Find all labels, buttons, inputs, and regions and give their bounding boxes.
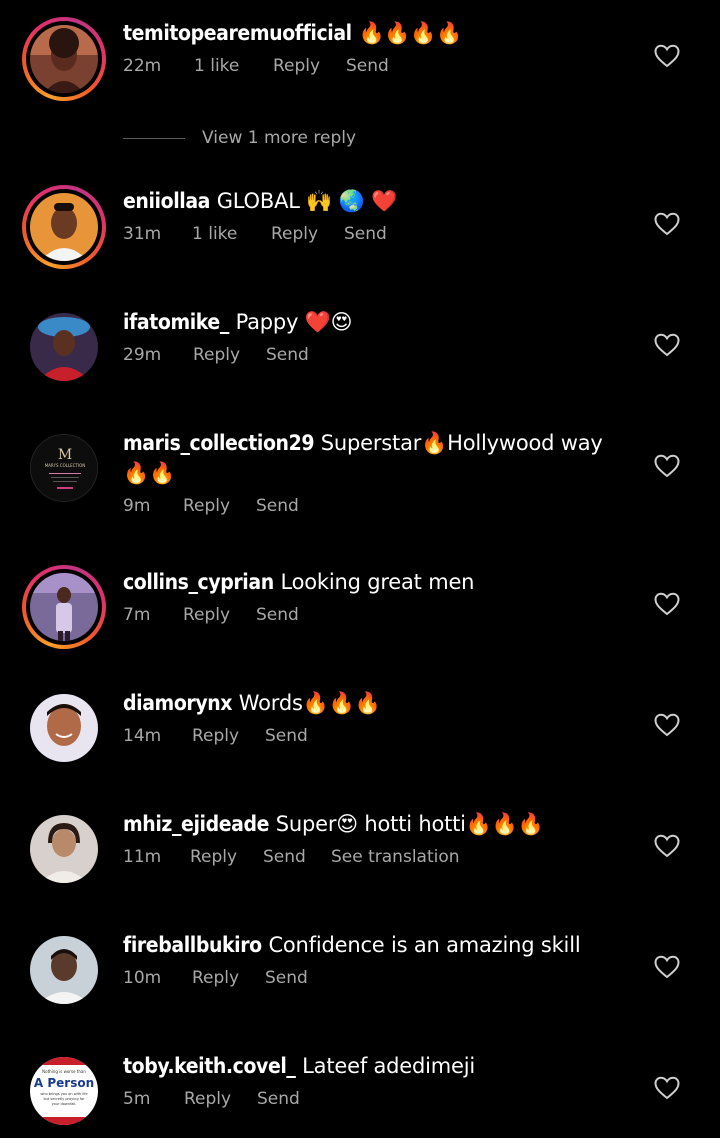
comment-text: Lateef adedimeji bbox=[302, 1054, 476, 1078]
quote-line-5: your downfall. bbox=[52, 1102, 77, 1106]
comment-username[interactable]: ifatomike_ bbox=[123, 310, 229, 334]
comment-time: 31m bbox=[123, 224, 162, 244]
avatar[interactable] bbox=[22, 928, 106, 1012]
avatar[interactable] bbox=[22, 807, 106, 891]
story-ring bbox=[22, 185, 106, 269]
send-button[interactable]: Send bbox=[257, 1089, 300, 1109]
send-button[interactable]: Send bbox=[346, 56, 389, 76]
reply-button[interactable]: Reply bbox=[271, 224, 344, 244]
comment-username[interactable]: temitopearemuofficial bbox=[123, 21, 352, 45]
avatar[interactable] bbox=[22, 17, 106, 101]
comment-text: Looking great men bbox=[280, 570, 475, 594]
avatar[interactable] bbox=[22, 185, 106, 269]
see-translation-button[interactable]: See translation bbox=[331, 847, 460, 867]
avatar-image bbox=[30, 694, 98, 762]
reply-button[interactable]: Reply bbox=[193, 345, 266, 365]
avatar-image bbox=[30, 25, 98, 93]
quote-line-3: who brings you on with life bbox=[40, 1092, 87, 1096]
comment-time: 7m bbox=[123, 605, 151, 625]
send-button[interactable]: Send bbox=[344, 224, 387, 244]
view-more-label[interactable]: View 1 more reply bbox=[202, 128, 356, 148]
comment-time: 14m bbox=[123, 726, 162, 746]
quote-line-1: Nothing is worse than bbox=[42, 1069, 86, 1074]
reply-button[interactable]: Reply bbox=[183, 605, 256, 625]
quote-line-4: but secretly praying for bbox=[43, 1097, 85, 1101]
avatar-image bbox=[30, 815, 98, 883]
story-ring bbox=[22, 565, 106, 649]
avatar[interactable]: Nothing is worse than A Person who bring… bbox=[22, 1049, 106, 1133]
like-heart-icon[interactable] bbox=[654, 1076, 680, 1100]
comment-likes[interactable]: 1 like bbox=[192, 224, 271, 244]
like-heart-icon[interactable] bbox=[654, 44, 680, 68]
avatar-image bbox=[30, 936, 98, 1004]
reply-button[interactable]: Reply bbox=[192, 726, 265, 746]
send-button[interactable]: Send bbox=[263, 847, 331, 867]
like-heart-icon[interactable] bbox=[654, 713, 680, 737]
reply-button[interactable]: Reply bbox=[183, 496, 256, 516]
comment-time: 11m bbox=[123, 847, 162, 867]
comment-text: Super😍 hotti hotti🔥🔥🔥 bbox=[275, 812, 544, 836]
reply-button[interactable]: Reply bbox=[184, 1089, 257, 1109]
comment-text: 🔥🔥🔥🔥 bbox=[358, 21, 463, 45]
quote-line-2: A Person bbox=[34, 1076, 94, 1090]
comment-text: Pappy ❤️😍 bbox=[235, 310, 353, 334]
comment-time: 10m bbox=[123, 968, 162, 988]
comment-text: Confidence is an amazing skill bbox=[268, 933, 581, 957]
comment-username[interactable]: collins_cyprian bbox=[123, 570, 274, 594]
avatar[interactable]: M MARI'S COLLECTION bbox=[22, 426, 106, 510]
send-button[interactable]: Send bbox=[266, 345, 309, 365]
like-heart-icon[interactable] bbox=[654, 454, 680, 478]
comment-username[interactable]: eniiollaa bbox=[123, 189, 210, 213]
like-heart-icon[interactable] bbox=[654, 333, 680, 357]
send-button[interactable]: Send bbox=[265, 726, 308, 746]
comment-username[interactable]: fireballbukiro bbox=[123, 933, 262, 957]
avatar-image bbox=[30, 193, 98, 261]
comment-username[interactable]: diamorynx bbox=[123, 691, 232, 715]
like-heart-icon[interactable] bbox=[654, 955, 680, 979]
comment-text: GLOBAL 🙌 🌏 ❤️ bbox=[216, 189, 398, 213]
avatar-image: M MARI'S COLLECTION bbox=[30, 434, 98, 502]
reply-button[interactable]: Reply bbox=[273, 56, 346, 76]
comment-time: 29m bbox=[123, 345, 162, 365]
reply-button[interactable]: Reply bbox=[192, 968, 265, 988]
comment-text: Words🔥🔥🔥 bbox=[238, 691, 381, 715]
brand-monogram: M bbox=[58, 447, 72, 463]
story-ring bbox=[22, 17, 106, 101]
send-button[interactable]: Send bbox=[256, 605, 299, 625]
reply-button[interactable]: Reply bbox=[190, 847, 263, 867]
brand-title: MARI'S COLLECTION bbox=[45, 463, 86, 468]
comment-username[interactable]: mhiz_ejideade bbox=[123, 812, 269, 836]
comment-likes[interactable]: 1 like bbox=[194, 56, 273, 76]
send-button[interactable]: Send bbox=[265, 968, 308, 988]
comment-time: 5m bbox=[123, 1089, 151, 1109]
like-heart-icon[interactable] bbox=[654, 592, 680, 616]
avatar[interactable] bbox=[22, 565, 106, 649]
comment-username[interactable]: maris_collection29 bbox=[123, 431, 314, 455]
avatar-image bbox=[30, 573, 98, 641]
avatar-image: Nothing is worse than A Person who bring… bbox=[30, 1057, 98, 1125]
like-heart-icon[interactable] bbox=[654, 212, 680, 236]
like-heart-icon[interactable] bbox=[654, 834, 680, 858]
view-more-replies[interactable]: View 1 more reply bbox=[123, 128, 356, 148]
comment-time: 9m bbox=[123, 496, 151, 516]
comment-username[interactable]: toby.keith.covel_ bbox=[123, 1054, 296, 1078]
send-button[interactable]: Send bbox=[256, 496, 299, 516]
avatar-image bbox=[30, 313, 98, 381]
comment-time: 22m bbox=[123, 56, 162, 76]
avatar[interactable] bbox=[22, 305, 106, 389]
divider-line bbox=[123, 137, 185, 139]
avatar[interactable] bbox=[22, 686, 106, 770]
